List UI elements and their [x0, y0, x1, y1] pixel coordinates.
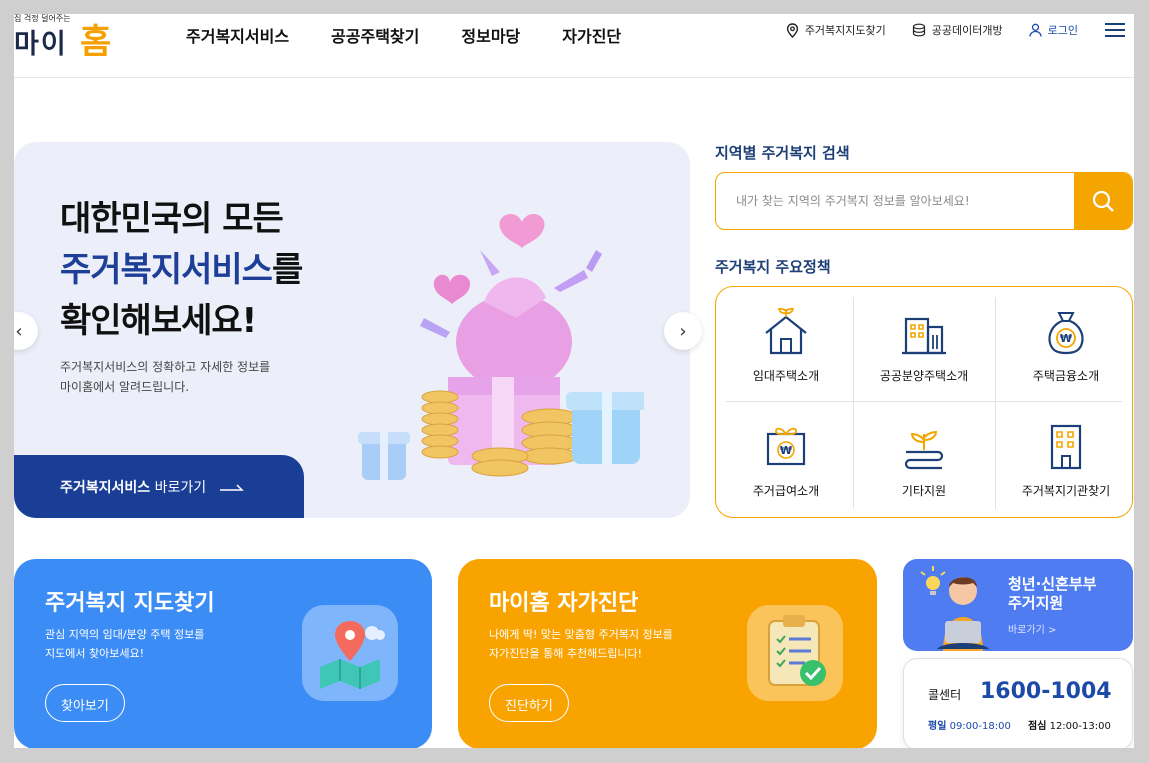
youth-newlywed-card[interactable]: 청년·신혼부부 주거지원 바로가기 > [903, 559, 1133, 651]
youth-title-line2: 주거지원 [1008, 594, 1064, 612]
hero-banner: 대한민국의 모든 주거복지서비스를 확인해보세요! 주거복지서비스의 정확하고 … [14, 142, 690, 518]
lunch-label: 점심 [1028, 721, 1047, 732]
sprout-icon [904, 430, 944, 470]
policy-label: 임대주택소개 [752, 369, 820, 383]
diag-card-title: 마이홈 자가진단 [489, 591, 639, 616]
hamburger-menu-icon [1105, 23, 1125, 37]
arrow-right-icon [219, 484, 244, 491]
map-pin-icon [320, 621, 385, 689]
map-card-description: 관심 지역의 임대/분양 주택 정보를 지도에서 찾아보세요! [45, 625, 204, 663]
nav-item-info[interactable]: 정보마당 [461, 23, 520, 47]
diag-card-desc-line1: 나에게 딱! 맞는 맞춤형 주거복지 정보를 [489, 628, 673, 641]
nav-item-housing-welfare[interactable]: 주거복지서비스 [186, 23, 289, 47]
svg-text:₩: ₩ [1060, 332, 1072, 345]
youth-card-title: 청년·신혼부부 주거지원 [1008, 575, 1097, 613]
hero-desc-line1: 주거복지서비스의 정확하고 자세한 정보를 [60, 360, 271, 374]
nav-item-self-diagnosis[interactable]: 자가진단 [562, 23, 621, 47]
hero-title-highlight: 주거복지서비스 [60, 250, 273, 290]
house-sprout-icon [765, 307, 807, 355]
carousel-next-button[interactable]: › [664, 312, 702, 350]
hero-title-particle: 를 [271, 250, 303, 290]
open-data-link[interactable]: 공공데이터개방 [912, 22, 1003, 38]
hero-title-line3: 확인해보세요! [60, 301, 257, 341]
hero-title: 대한민국의 모든 주거복지서비스를 확인해보세요! [60, 194, 303, 347]
nav-item-public-housing[interactable]: 공공주택찾기 [331, 23, 419, 47]
svg-text:₩: ₩ [780, 444, 792, 457]
search-button[interactable] [1074, 173, 1132, 229]
policy-rental-housing[interactable]: 임대주택소개 [716, 287, 856, 392]
gift-box-illustration [358, 214, 644, 480]
self-diagnosis-card[interactable]: 마이홈 자가진단 나에게 딱! 맞는 맞춤형 주거복지 정보를 자가진단을 통해… [458, 559, 877, 748]
gift-won-icon: ₩ [766, 427, 806, 466]
policy-grid: 임대주택소개 공공분양주택소개 ₩ 주택금융소개 ₩ 주거급여소개 기타지원 주… [715, 286, 1133, 518]
policy-housing-finance[interactable]: ₩ 주택금융소개 [996, 287, 1134, 392]
youth-title-line1: 청년·신혼부부 [1008, 575, 1097, 593]
map-card-desc-line1: 관심 지역의 임대/분양 주택 정보를 [45, 628, 205, 641]
hero-cta-bold: 주거복지서비스 [60, 480, 151, 496]
policy-title: 주거복지 주요정책 [715, 258, 831, 276]
youth-person-illustration [920, 566, 989, 651]
policy-label: 주거급여소개 [752, 484, 820, 498]
call-center-card: 콜센터 1600-1004 평일 09:00-18:00 점심 12:00-13… [903, 658, 1133, 748]
diag-card-description: 나에게 딱! 맞는 맞춤형 주거복지 정보를 자가진단을 통해 추천해드립니다! [489, 625, 673, 663]
policy-housing-benefit[interactable]: ₩ 주거급여소개 [716, 402, 856, 507]
call-center-number[interactable]: 1600-1004 [980, 679, 1112, 704]
map-card-title: 주거복지 지도찾기 [45, 591, 215, 616]
map-card-desc-line2: 지도에서 찾아보세요! [45, 647, 144, 660]
map-link[interactable]: 주거복지지도찾기 [786, 22, 886, 38]
region-search-box [715, 172, 1133, 230]
logo-main: 마이 [14, 29, 68, 60]
chevron-right-icon: › [679, 320, 687, 342]
map-finder-card[interactable]: 주거복지 지도찾기 관심 지역의 임대/분양 주택 정보를 지도에서 찾아보세요… [14, 559, 432, 748]
policy-label: 기타지원 [901, 484, 947, 498]
money-bag-icon: ₩ [1048, 312, 1084, 355]
main-nav: 주거복지서비스 공공주택찾기 정보마당 자가진단 [186, 23, 663, 47]
region-search-input[interactable] [716, 173, 1074, 229]
lunch-hours: 점심 12:00-13:00 [1028, 717, 1111, 732]
site-header: 집 걱정 덜어주는 마이 홈 주거복지서비스 공공주택찾기 정보마당 자가진단 … [14, 14, 1134, 78]
policy-other-support[interactable]: 기타지원 [854, 402, 994, 507]
logo-accent: 홈 [80, 22, 112, 62]
hero-description: 주거복지서비스의 정확하고 자세한 정보를 마이홈에서 알려드립니다. [60, 357, 270, 397]
office-building-icon [1050, 424, 1082, 470]
policy-label: 공공분양주택소개 [879, 369, 969, 383]
page: 집 걱정 덜어주는 마이 홈 주거복지서비스 공공주택찾기 정보마당 자가진단 … [14, 14, 1134, 748]
menu-button[interactable] [1104, 22, 1132, 38]
buildings-icon [902, 317, 946, 355]
map-find-button[interactable]: 찾아보기 [45, 684, 125, 722]
hero-cta-button[interactable]: 주거복지서비스 바로가기 [14, 455, 304, 518]
youth-card-link[interactable]: 바로가기 > [1008, 621, 1056, 636]
diag-card-desc-line2: 자가진단을 통해 추천해드립니다! [489, 647, 643, 660]
hero-cta-rest: 바로가기 [150, 480, 207, 496]
login-label: 로그인 [1047, 24, 1078, 37]
region-search-title: 지역별 주거복지 검색 [715, 144, 850, 162]
map-illustration [302, 605, 398, 701]
clipboard-check-icon [768, 615, 826, 686]
login-link[interactable]: 로그인 [1028, 22, 1078, 38]
chevron-left-icon: ‹ [15, 320, 23, 342]
hero-title-line1: 대한민국의 모든 [60, 199, 284, 239]
call-center-label: 콜센터 [928, 688, 962, 702]
weekday-label: 평일 [928, 721, 947, 732]
lunch-time: 12:00-13:00 [1046, 721, 1111, 732]
open-data-label: 공공데이터개방 [931, 24, 1003, 37]
database-icon [912, 23, 925, 37]
hero-desc-line2: 마이홈에서 알려드립니다. [60, 380, 190, 394]
utility-menu: 주거복지지도찾기 공공데이터개방 로그인 [786, 22, 1134, 38]
search-icon [1092, 190, 1114, 212]
policy-label: 주거복지기관찾기 [1021, 484, 1111, 498]
weekday-time: 09:00-18:00 [946, 721, 1011, 732]
weekday-hours: 평일 09:00-18:00 [928, 717, 1011, 732]
policy-public-sale-housing[interactable]: 공공분양주택소개 [854, 287, 994, 392]
policy-welfare-agency-finder[interactable]: 주거복지기관찾기 [996, 402, 1134, 507]
diagnose-button[interactable]: 진단하기 [489, 684, 569, 722]
user-icon [1028, 23, 1042, 37]
map-link-label: 주거복지지도찾기 [804, 24, 886, 37]
checklist-illustration [747, 605, 843, 701]
location-pin-icon [786, 22, 798, 38]
policy-label: 주택금융소개 [1032, 369, 1100, 383]
logo[interactable]: 집 걱정 덜어주는 마이 홈 [14, 14, 124, 62]
